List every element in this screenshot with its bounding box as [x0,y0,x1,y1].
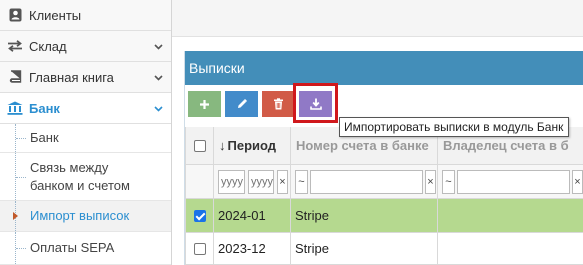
account-owner-filter[interactable] [457,169,570,194]
cell-period: 2023-12 [214,233,291,265]
sidebar-item-warehouse[interactable]: Склад [0,31,171,62]
sidebar-subitem-label: Связь между банком и счетом [30,159,130,193]
cell-account-owner [438,199,583,233]
filter-operator[interactable]: ~ [295,169,308,194]
sidebar-subitem-bank[interactable]: Банк [0,124,171,153]
sidebar-subitem-bank-account-link[interactable]: Связь между банком и счетом [0,153,171,201]
sidebar-item-bank[interactable]: Банк [0,93,171,124]
bank-icon [6,100,24,116]
cell-account-owner [438,233,583,265]
highlight-frame [293,83,338,123]
account-number-filter[interactable] [310,169,423,194]
clear-filter-button[interactable]: × [572,169,583,194]
clear-filter-button[interactable]: × [425,169,436,194]
sidebar-item-label: Главная книга [29,69,114,85]
row-checkbox[interactable] [193,242,206,255]
cell-account-number: Stripe [291,199,438,233]
delete-button[interactable] [262,91,295,117]
row-checkbox[interactable] [193,209,206,222]
sort-arrow-icon: ↓ [219,138,226,153]
table-row[interactable]: 2023-12 Stripe [185,233,583,265]
caret-right-icon [13,212,18,220]
select-all-cell [185,127,214,165]
import-tooltip: Импортировать выписки в модуль Банк [339,117,569,137]
clear-filter-button[interactable]: × [277,169,288,194]
sidebar-item-label: Склад [29,38,67,54]
sidebar-item-general-ledger[interactable]: Главная книга [0,62,171,93]
sidebar-item-label: Банк [29,100,60,116]
period-from-filter[interactable] [218,169,245,194]
plus-icon [200,99,209,109]
sidebar-subitem-label: Банк [30,130,59,145]
top-band [172,0,583,37]
select-all-checkbox[interactable] [193,139,206,152]
sidebar-subitem-import-statements[interactable]: Импорт выписок [0,201,171,232]
chevron-down-icon [154,39,163,54]
sidebar-item-label: Клиенты [29,7,82,23]
trash-icon [274,98,283,110]
contacts-icon [6,7,24,23]
chevron-down-icon [154,101,163,116]
sidebar: Клиенты Склад Главная книга Банк Банк Св… [0,0,172,265]
statements-panel: Выписки ↓ Период Номер счета в банке Вла… [184,51,583,265]
add-button[interactable] [188,91,221,117]
column-header-period[interactable]: ↓ Период [214,127,291,165]
filter-row: × ~ × ~ × [185,165,583,199]
sidebar-subitem-label: Импорт выписок [30,208,130,223]
cell-period: 2024-01 [214,199,291,233]
period-to-filter[interactable] [248,169,274,194]
book-icon [6,69,24,85]
table-row[interactable]: 2024-01 Stripe [185,199,583,233]
sidebar-subitem-sepa-payments[interactable]: Оплаты SEPA [0,232,171,265]
cell-account-number: Stripe [291,233,438,265]
chevron-down-icon [154,70,163,85]
sidebar-subitem-label: Оплаты SEPA [30,240,115,255]
exchange-icon [6,38,24,54]
pencil-icon [237,98,247,108]
edit-button[interactable] [225,91,258,117]
filter-operator[interactable]: ~ [442,169,455,194]
sidebar-item-clients[interactable]: Клиенты [0,0,171,31]
panel-title: Выписки [185,51,583,85]
